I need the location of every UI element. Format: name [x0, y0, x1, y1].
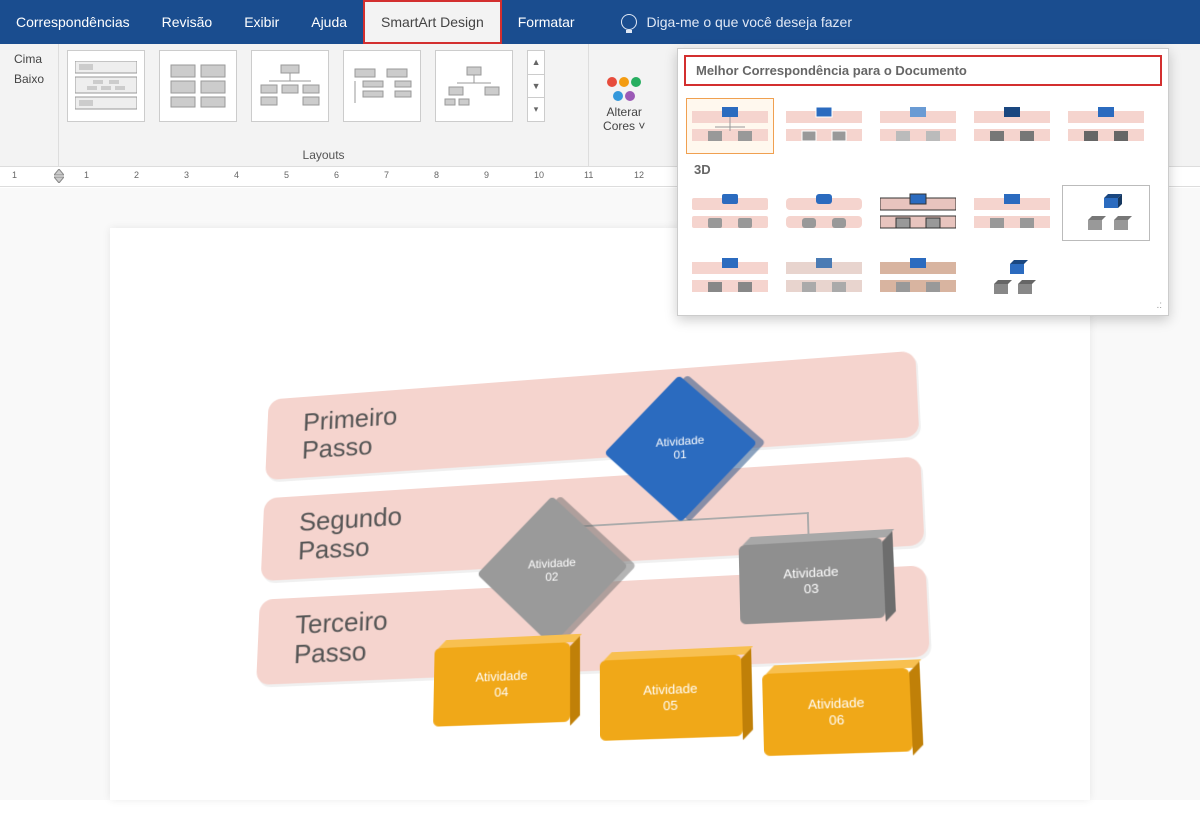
- tab-formatar[interactable]: Formatar: [502, 0, 591, 44]
- ruler-number: 5: [284, 170, 289, 180]
- layout-option-4[interactable]: [343, 50, 421, 122]
- node-atividade-05[interactable]: Atividade05: [600, 655, 743, 741]
- step-label-3: TerceiroPasso: [293, 607, 388, 670]
- layout-gallery-spinner: ▲ ▼ ▾: [527, 50, 545, 122]
- node-atividade-06[interactable]: Atividade06: [762, 668, 913, 756]
- style-best-match-1[interactable]: [686, 98, 774, 154]
- layout-scroll-down[interactable]: ▼: [528, 75, 544, 99]
- style-3d-7[interactable]: [780, 249, 868, 305]
- style-best-match-4[interactable]: [968, 98, 1056, 154]
- indent-marker-icon[interactable]: [54, 169, 64, 183]
- layouts-group-label: Layouts: [59, 148, 588, 162]
- style-3d-9[interactable]: [968, 249, 1056, 305]
- ruler-number: 1: [84, 170, 89, 180]
- layout-option-2[interactable]: [159, 50, 237, 122]
- style-best-match-2[interactable]: [780, 98, 868, 154]
- node-atividade-02[interactable]: Atividade02: [498, 514, 605, 626]
- style-3d-1[interactable]: [686, 185, 774, 241]
- tell-me-search[interactable]: Diga-me o que você deseja fazer: [621, 14, 852, 30]
- tab-correspondencias[interactable]: Correspondências: [0, 0, 146, 44]
- tab-smartart-design[interactable]: SmartArt Design: [363, 0, 502, 44]
- node-label: Atividade02: [528, 555, 576, 585]
- layout-option-1[interactable]: [67, 50, 145, 122]
- style-3d-6[interactable]: [686, 249, 774, 305]
- ruler-number: 2: [134, 170, 139, 180]
- ruler-number: 4: [234, 170, 239, 180]
- style-3d-2[interactable]: [780, 185, 868, 241]
- style-3d-3[interactable]: [874, 185, 962, 241]
- move-up-button[interactable]: Cima: [14, 52, 44, 66]
- node-label: Atividade06: [808, 695, 866, 729]
- ruler-number: 7: [384, 170, 389, 180]
- ribbon-tabs: Correspondências Revisão Exibir Ajuda Sm…: [0, 0, 1200, 44]
- style-3d-8[interactable]: [874, 249, 962, 305]
- tab-exibir[interactable]: Exibir: [228, 0, 295, 44]
- tab-revisao[interactable]: Revisão: [146, 0, 229, 44]
- ruler-number: 3: [184, 170, 189, 180]
- smartart-graphic[interactable]: PrimeiroPasso SegundoPasso TerceiroPasso…: [250, 351, 937, 822]
- layout-scroll-up[interactable]: ▲: [528, 51, 544, 75]
- style-3d-4[interactable]: [968, 185, 1056, 241]
- tab-ajuda[interactable]: Ajuda: [295, 0, 363, 44]
- node-label: Atividade01: [656, 433, 705, 463]
- layout-expand[interactable]: ▾: [528, 98, 544, 121]
- node-label: Atividade05: [643, 681, 698, 715]
- color-palette-icon: [607, 77, 641, 87]
- gallery-best-match-header: Melhor Correspondência para o Documento: [684, 55, 1162, 86]
- layout-option-5[interactable]: [435, 50, 513, 122]
- step-label-1: PrimeiroPasso: [302, 403, 398, 465]
- smartart-styles-gallery: Melhor Correspondência para o Documento …: [677, 48, 1169, 316]
- gallery-3d-header: 3D: [684, 158, 1162, 181]
- lightbulb-icon: [621, 14, 637, 30]
- move-down-button[interactable]: Baixo: [14, 72, 44, 86]
- layout-option-3[interactable]: [251, 50, 329, 122]
- ruler-number: 1: [12, 170, 17, 180]
- gallery-resize-grip[interactable]: .:: [1156, 300, 1162, 311]
- ruler-number: 9: [484, 170, 489, 180]
- create-graphic-group: Cima Baixo: [0, 44, 59, 166]
- ruler-number: 10: [534, 170, 544, 180]
- color-palette-icon-row2: [613, 91, 635, 101]
- style-3d-5[interactable]: [1062, 185, 1150, 241]
- change-colors-button[interactable]: AlterarCores ˅: [589, 44, 659, 166]
- step-band-1[interactable]: PrimeiroPasso: [265, 351, 919, 480]
- ruler-number: 12: [634, 170, 644, 180]
- ruler-number: 8: [434, 170, 439, 180]
- ruler-number: 11: [584, 170, 593, 180]
- change-colors-label: AlterarCores ˅: [603, 105, 645, 134]
- style-best-match-3[interactable]: [874, 98, 962, 154]
- step-label-2: SegundoPasso: [298, 503, 403, 566]
- node-label: Atividade04: [475, 668, 527, 701]
- ruler-number: 6: [334, 170, 339, 180]
- layouts-group: ▲ ▼ ▾ Layouts: [59, 44, 589, 166]
- style-best-match-5[interactable]: [1062, 98, 1150, 154]
- tell-me-label: Diga-me o que você deseja fazer: [647, 14, 852, 30]
